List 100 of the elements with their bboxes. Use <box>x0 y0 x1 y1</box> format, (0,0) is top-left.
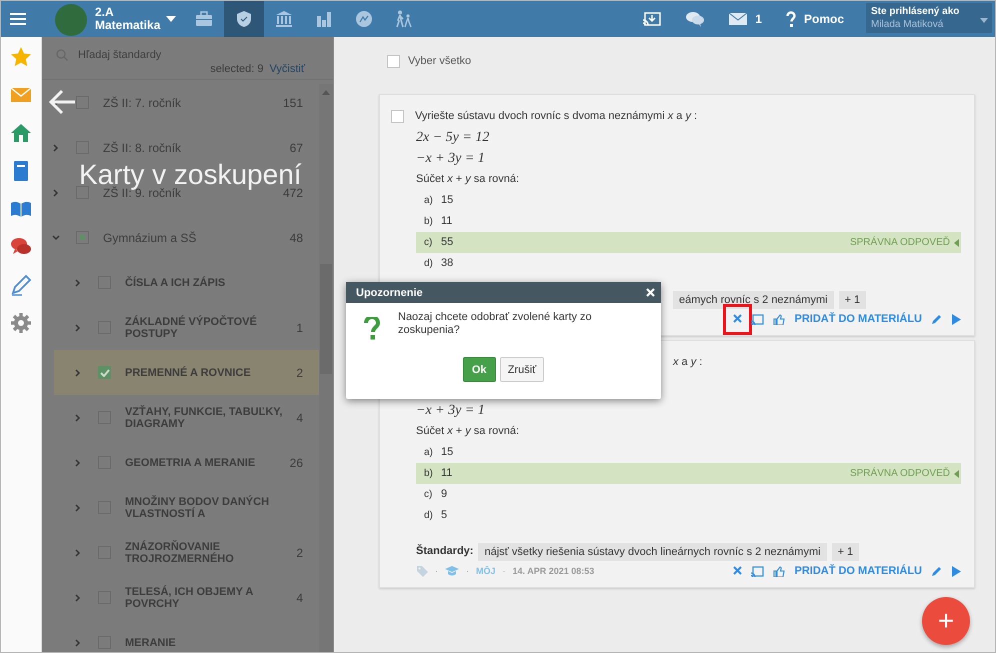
expand-icon[interactable] <box>74 639 82 647</box>
close-icon <box>646 288 655 297</box>
like-button[interactable] <box>773 566 786 576</box>
expand-icon[interactable] <box>74 594 82 602</box>
sidebar-button[interactable] <box>10 312 32 334</box>
option-text: 11 <box>441 466 454 481</box>
select-all-label[interactable]: Vyber všetko <box>408 55 472 67</box>
expand-icon[interactable] <box>74 504 82 512</box>
mail-icon <box>729 13 748 25</box>
like-button[interactable] <box>773 314 786 324</box>
expand-icon[interactable] <box>74 279 82 287</box>
cast-button[interactable] <box>751 314 764 324</box>
tree-label[interactable]: VZŤAHY, FUNKCIE, TABUĽKY, DIAGRAMY <box>125 406 296 430</box>
sidebar-button[interactable] <box>10 274 32 296</box>
option-text: 55 <box>441 235 454 250</box>
tree-label[interactable]: ZÁKLADNÉ VÝPOČTOVÉ POSTUPY <box>125 316 296 340</box>
sidebar-button[interactable] <box>10 122 32 144</box>
tree-label[interactable]: GEOMETRIA A MERANIE <box>125 456 290 468</box>
play-icon <box>951 314 961 324</box>
option-text: 5 <box>441 508 448 523</box>
add-to-material-button[interactable]: PRIDAŤ DO MATERIÁLU <box>794 565 922 577</box>
graduation-cap-icon <box>445 566 459 576</box>
tree-checkbox[interactable] <box>98 366 111 379</box>
collapse-icon[interactable] <box>52 234 60 242</box>
tree-checkbox[interactable] <box>76 231 89 244</box>
cast-button[interactable] <box>751 566 764 576</box>
expand-icon[interactable] <box>52 99 60 107</box>
avatar-circle <box>55 4 87 36</box>
standards-label: Štandardy: <box>416 543 474 559</box>
cast-icon <box>751 566 764 576</box>
item-count: 2 <box>296 546 303 560</box>
back-arrow-icon <box>48 89 76 115</box>
expand-icon[interactable] <box>74 324 82 332</box>
thumbs-up-icon <box>773 566 786 576</box>
cancel-button[interactable]: Zrušiť <box>500 357 544 382</box>
tree-label[interactable]: MERANIE <box>125 636 303 648</box>
item-count: 4 <box>296 410 303 424</box>
partial-check-icon <box>80 235 85 240</box>
question-icon <box>786 11 796 27</box>
item-count: 26 <box>290 456 303 470</box>
tree-label[interactable]: ZŠ II: 8. ročník <box>103 142 290 154</box>
card-checkbox[interactable] <box>391 110 404 123</box>
option-text: 15 <box>441 193 454 208</box>
nav-tab[interactable] <box>224 1 264 37</box>
expand-icon[interactable] <box>74 414 82 422</box>
expand-icon[interactable] <box>74 549 82 557</box>
play-button[interactable] <box>951 314 961 324</box>
edit-button[interactable] <box>931 314 942 324</box>
edit-button[interactable] <box>931 566 942 576</box>
expand-icon[interactable] <box>52 189 60 197</box>
tree-label[interactable]: ČÍSLA A ICH ZÁPIS <box>125 276 303 288</box>
standard-tag: nájsť všetky riešenia sústavy dvoch lineárnych rovníc s 2 neznámymi <box>478 542 827 560</box>
shield-check-icon <box>235 10 254 28</box>
clear-link[interactable]: Vyčistiť <box>270 63 305 75</box>
option-letter: d) <box>424 257 434 271</box>
scrollbar-thumb[interactable] <box>320 264 332 374</box>
equation: −x + 3y = 1 <box>415 402 486 420</box>
tree-label[interactable]: MNOŽINY BODOV DANÝCH VLASTNOSTÍ A <box>125 496 303 520</box>
expand-icon[interactable] <box>74 459 82 467</box>
tree-label[interactable]: PREMENNÉ A ROVNICE <box>125 366 296 378</box>
option-letter: c) <box>424 488 434 502</box>
dialog-title: Upozornenie <box>356 286 423 298</box>
item-count: 67 <box>290 140 303 154</box>
scrollbar[interactable] <box>319 84 333 652</box>
tree-label[interactable]: Gymnázium a SŠ <box>103 232 290 244</box>
question-text: x a y : <box>673 355 702 370</box>
expand-icon[interactable] <box>74 369 82 377</box>
tree-label[interactable]: ZŠ II: 7. ročník <box>103 96 283 108</box>
caret-icon[interactable] <box>166 16 176 22</box>
thumbs-up-icon <box>773 314 786 324</box>
remove-button[interactable] <box>733 566 742 576</box>
messages-button[interactable]: 1 <box>729 1 762 37</box>
tree-checkbox[interactable] <box>76 96 89 109</box>
cast-icon <box>643 12 662 26</box>
option-letter: c) <box>424 236 434 250</box>
option-letter: a) <box>424 194 434 208</box>
tree-label[interactable]: ZNÁZORŇOVANIE TROJROZMERNÉHO <box>125 540 296 564</box>
option-text: 9 <box>441 487 448 502</box>
separator-dot: · <box>435 564 438 578</box>
pencil-icon <box>931 566 942 576</box>
user-menu[interactable]: Ste prihlásený ako Milada Matiková <box>866 3 992 33</box>
chat-icon <box>685 11 706 27</box>
ok-button[interactable]: Ok <box>462 357 496 382</box>
play-button[interactable] <box>951 566 961 576</box>
tree-label[interactable]: TELESÁ, ICH OBJEMY A POVRCHY <box>125 586 296 610</box>
question-mark-icon <box>364 317 380 341</box>
option-text: 38 <box>441 256 454 271</box>
class-selector[interactable]: 2.A Matematika <box>95 1 160 37</box>
standard-tag: + 1 <box>832 542 860 560</box>
help-button[interactable]: Pomoc <box>786 1 844 37</box>
selected-count: selected: 9 <box>210 63 264 75</box>
triangle-icon <box>954 470 959 478</box>
check-icon <box>100 368 110 376</box>
search-field[interactable]: Hľadaj štandardy <box>78 49 278 61</box>
equation: 2x − 5y = 12 <box>415 129 490 147</box>
expand-icon[interactable] <box>52 144 60 152</box>
add-to-material-button[interactable]: PRIDAŤ DO MATERIÁLU <box>794 313 922 325</box>
triangle-icon <box>954 238 959 246</box>
bank-icon <box>275 10 294 28</box>
select-all-checkbox[interactable] <box>387 54 400 68</box>
